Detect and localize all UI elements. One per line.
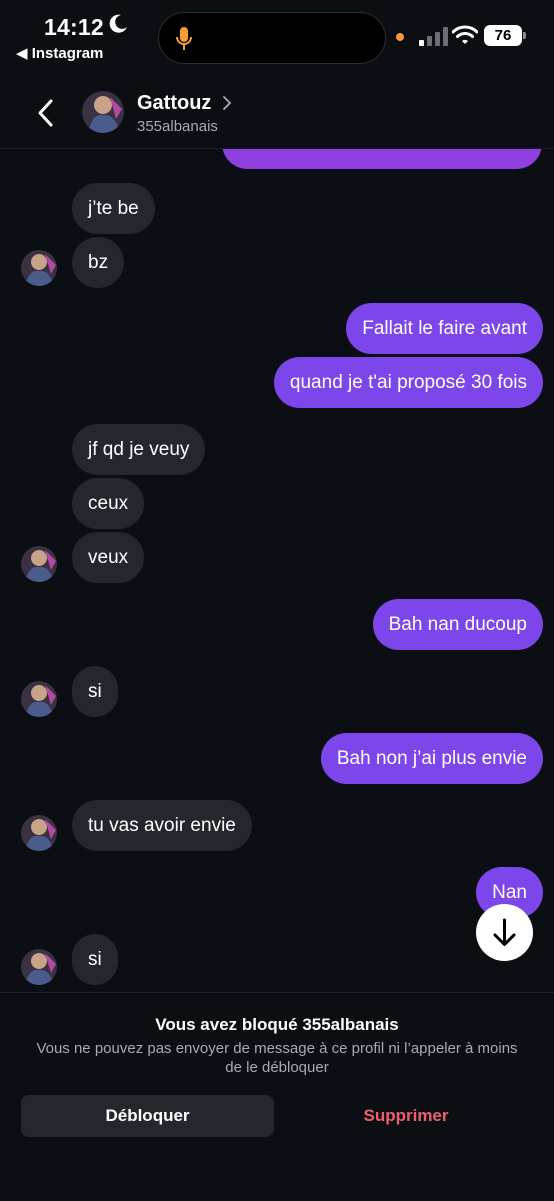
contact-avatar[interactable] xyxy=(82,91,124,133)
message-bubble-outgoing[interactable]: quand je t'ai proposé 30 fois xyxy=(273,357,543,408)
status-bar: 14:12 ◀ Instagram 76 xyxy=(0,0,554,72)
battery-tip xyxy=(523,32,526,39)
delete-button[interactable]: Supprimer xyxy=(290,1095,522,1137)
chat-header: Gattouz 355albanais xyxy=(0,72,554,149)
message-thread[interactable]: j’te be bz Fallait le faire avant quand … xyxy=(0,148,554,992)
moon-icon xyxy=(109,14,127,33)
back-chevron-icon[interactable] xyxy=(36,98,56,128)
unblock-button[interactable]: Débloquer xyxy=(21,1095,274,1137)
wifi-icon xyxy=(452,25,478,44)
battery-level: 76 xyxy=(484,25,522,46)
message-bubble-outgoing[interactable]: Bah nan ducoup xyxy=(372,599,543,650)
message-bubble-incoming[interactable]: jf qd je veuy xyxy=(72,424,206,475)
message-bubble-incoming[interactable]: bz xyxy=(72,237,125,288)
message-bubble-incoming[interactable]: j’te be xyxy=(72,183,155,234)
scroll-to-bottom-button[interactable] xyxy=(476,904,533,961)
privacy-indicator-dot xyxy=(396,33,404,41)
blocked-description: Vous ne pouvez pas envoyer de message à … xyxy=(36,1040,518,1076)
message-bubble-incoming[interactable]: veux xyxy=(72,532,145,583)
message-bubble-outgoing[interactable] xyxy=(222,148,542,169)
message-bubble-incoming[interactable]: si xyxy=(72,666,118,717)
blocked-title: Vous avez bloqué 355albanais xyxy=(155,1015,399,1034)
message-bubble-incoming[interactable]: ceux xyxy=(72,478,145,529)
sender-avatar[interactable] xyxy=(21,815,57,851)
status-time: 14:12 xyxy=(44,14,104,40)
contact-name[interactable]: Gattouz xyxy=(137,92,211,115)
sender-avatar[interactable] xyxy=(21,250,57,286)
message-bubble-outgoing[interactable]: Fallait le faire avant xyxy=(346,303,543,354)
message-bubble-outgoing[interactable]: Bah non j’ai plus envie xyxy=(320,733,543,784)
arrow-down-icon xyxy=(493,918,516,946)
back-to-instagram-link[interactable]: ◀ Instagram xyxy=(16,44,103,62)
sender-avatar[interactable] xyxy=(21,949,57,985)
dynamic-island xyxy=(158,12,386,64)
signal-icon xyxy=(419,27,448,46)
blocked-panel: Vous avez bloqué 355albanais Vous ne pou… xyxy=(0,992,554,1201)
microphone-icon xyxy=(176,27,192,50)
sender-avatar[interactable] xyxy=(21,681,57,717)
contact-username: 355albanais xyxy=(137,118,218,135)
message-bubble-incoming[interactable]: si xyxy=(72,934,118,985)
message-bubble-incoming[interactable]: tu vas avoir envie xyxy=(72,800,252,851)
profile-chevron-icon[interactable] xyxy=(222,96,232,110)
sender-avatar[interactable] xyxy=(21,546,57,582)
